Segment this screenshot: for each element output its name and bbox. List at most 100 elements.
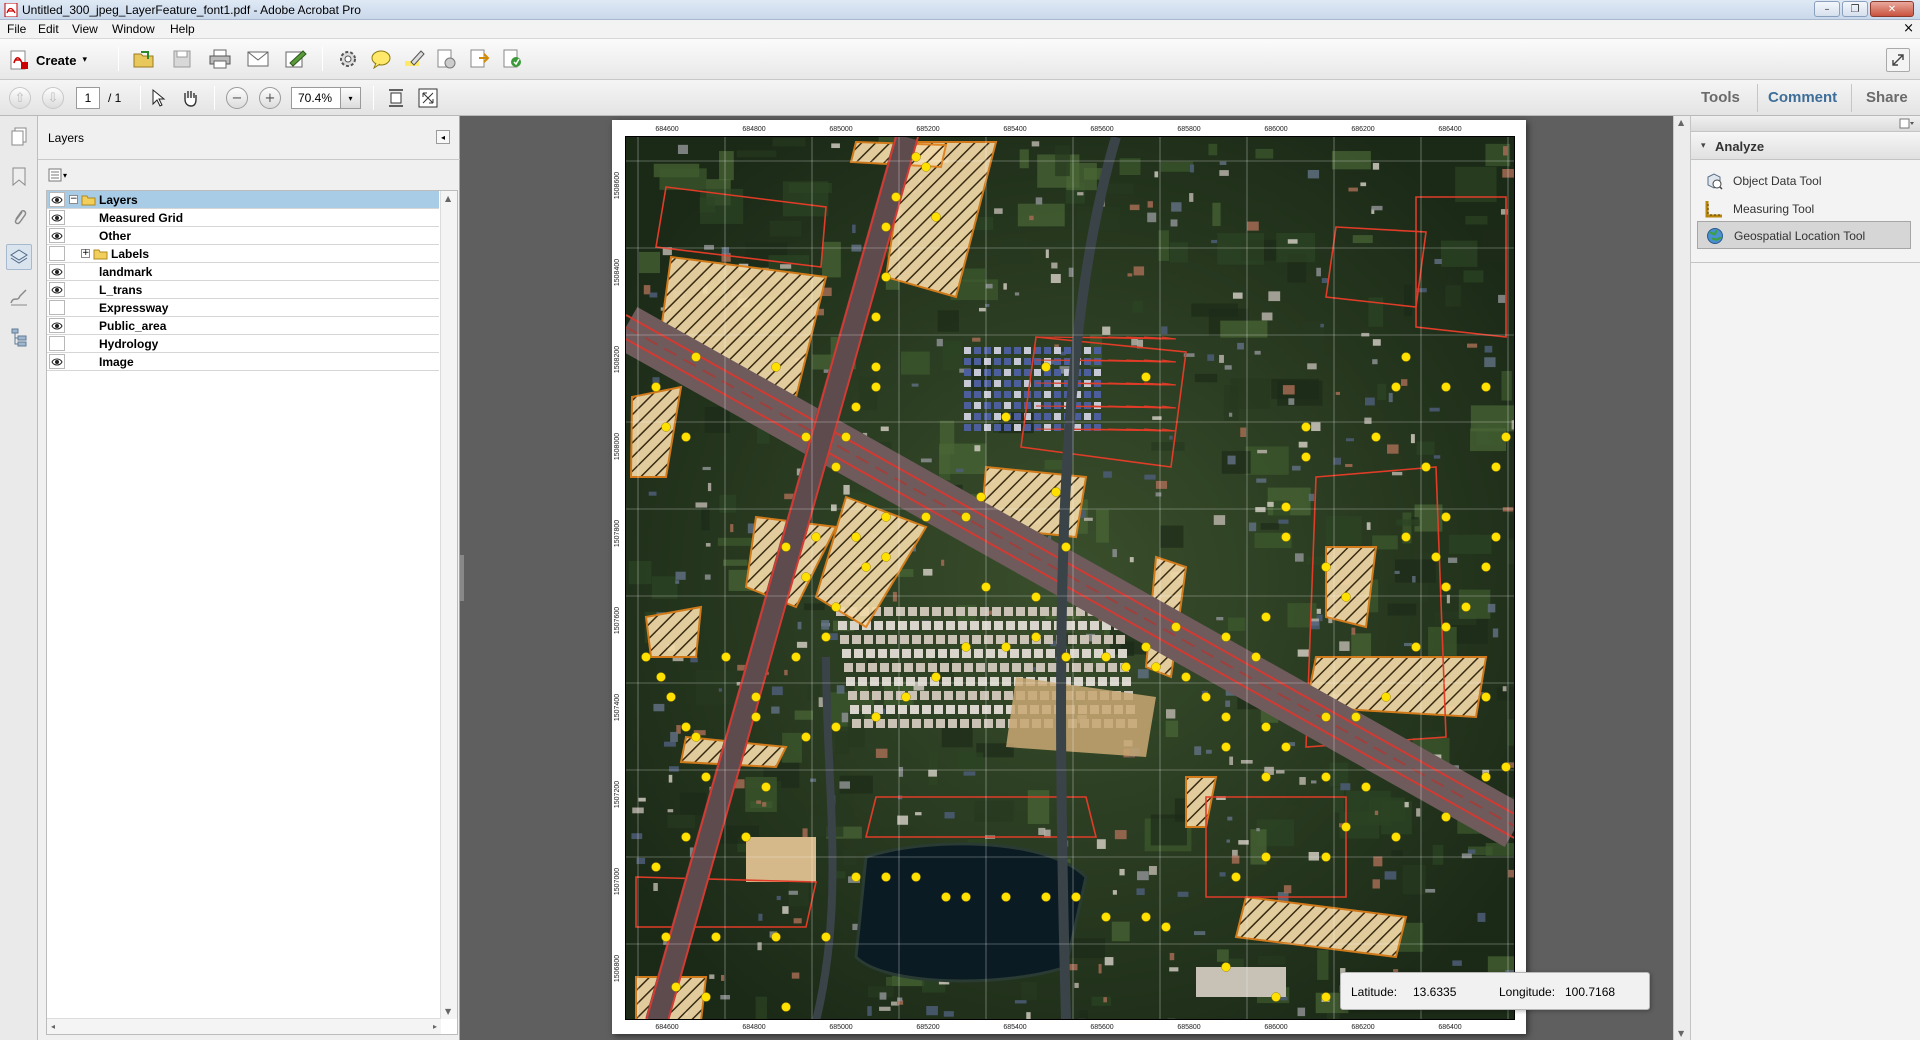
- object-data-tool[interactable]: Object Data Tool: [1697, 167, 1911, 195]
- easting-label: 684600: [655, 1024, 679, 1031]
- layer-row[interactable]: Public_area: [47, 317, 439, 335]
- select-cursor-icon[interactable]: [146, 86, 170, 110]
- highlight-icon[interactable]: [402, 47, 426, 71]
- tab-share[interactable]: Share: [1866, 89, 1908, 106]
- zoom-in-button[interactable]: +: [259, 87, 281, 109]
- page-number-input[interactable]: 1: [76, 87, 100, 109]
- menu-view[interactable]: View: [72, 22, 98, 36]
- open-icon[interactable]: [132, 47, 156, 71]
- layers-icon[interactable]: [6, 244, 32, 270]
- layer-row[interactable]: L_trans: [47, 281, 439, 299]
- analyze-section-header[interactable]: ▾ Analyze: [1691, 132, 1920, 160]
- layers-vertical-scrollbar[interactable]: ▲ ▼: [440, 191, 457, 1019]
- create-button[interactable]: Create ▾: [8, 48, 87, 72]
- bookmarks-icon[interactable]: [6, 164, 32, 190]
- layer-row[interactable]: + Labels: [47, 245, 439, 263]
- create-pdf-icon: [10, 50, 28, 70]
- pdf-page[interactable]: 684600 684600 684800 684800 685000 685000 6852…: [612, 120, 1526, 1034]
- easting-label: 685200: [916, 126, 940, 133]
- layers-panel-header: Layers ◂: [38, 116, 460, 160]
- aerial-map[interactable]: [625, 136, 1515, 1020]
- sign-icon[interactable]: [284, 47, 308, 71]
- easting-label: 685400: [1003, 126, 1027, 133]
- measuring-tool-label: Measuring Tool: [1733, 202, 1815, 216]
- measuring-tool[interactable]: Measuring Tool: [1697, 195, 1911, 223]
- tab-tools[interactable]: Tools: [1701, 89, 1740, 106]
- geospatial-location-readout: Latitude: 13.6335 Longitude: 100.7168: [1340, 972, 1650, 1010]
- layer-options-menu[interactable]: ▾: [48, 166, 67, 184]
- expand-icon[interactable]: +: [81, 249, 90, 258]
- export-icon[interactable]: [434, 47, 458, 71]
- layer-row[interactable]: − Layers: [47, 191, 439, 209]
- layer-row[interactable]: Other: [47, 227, 439, 245]
- model-tree-icon[interactable]: [6, 324, 32, 350]
- next-page-button[interactable]: ⇩: [42, 87, 64, 109]
- previous-page-button[interactable]: ⇧: [9, 87, 31, 109]
- panel-splitter[interactable]: [460, 555, 464, 601]
- layer-visibility-toggle[interactable]: [49, 336, 65, 351]
- layer-row[interactable]: Expressway: [47, 299, 439, 317]
- scroll-down-icon[interactable]: ▼: [1678, 1029, 1684, 1038]
- save-icon[interactable]: [170, 47, 194, 71]
- edit-pdf-icon[interactable]: [467, 47, 491, 71]
- print-icon[interactable]: [208, 47, 232, 71]
- layer-row[interactable]: landmark: [47, 263, 439, 281]
- easting-label: 685600: [1090, 1024, 1114, 1031]
- email-icon[interactable]: [246, 47, 270, 71]
- create-pdf-small-icon[interactable]: [500, 47, 524, 71]
- layer-visibility-toggle[interactable]: [49, 210, 65, 225]
- page-thumbnails-icon[interactable]: [6, 124, 32, 150]
- scroll-up-icon[interactable]: ▲: [445, 194, 451, 203]
- document-close-icon[interactable]: ×: [1903, 21, 1914, 36]
- layer-row[interactable]: Image: [47, 353, 439, 371]
- fullscreen-icon[interactable]: [1886, 48, 1910, 72]
- layer-visibility-toggle[interactable]: [49, 300, 65, 315]
- tab-comment[interactable]: Comment: [1768, 89, 1837, 106]
- signatures-icon[interactable]: [6, 284, 32, 310]
- restore-button[interactable]: ❐: [1842, 1, 1868, 17]
- layer-row[interactable]: Hydrology: [47, 335, 439, 353]
- layer-visibility-toggle[interactable]: [49, 282, 65, 297]
- geospatial-location-tool[interactable]: Geospatial Location Tool: [1697, 221, 1911, 249]
- close-button[interactable]: ✕: [1870, 1, 1914, 17]
- globe-icon: [1707, 228, 1723, 244]
- attachments-icon[interactable]: [6, 204, 32, 230]
- layers-tree: − Layers Measured Grid Other + Labels landmark…: [46, 190, 458, 1035]
- scroll-right-icon[interactable]: ▸: [433, 1022, 437, 1031]
- layer-visibility-toggle[interactable]: [49, 318, 65, 333]
- menu-window[interactable]: Window: [112, 22, 155, 36]
- zoom-dropdown-icon[interactable]: ▾: [341, 87, 361, 109]
- northing-label: 1508000: [614, 432, 622, 461]
- document-scrollbar[interactable]: ▲ ▼: [1673, 116, 1690, 1040]
- minimize-button[interactable]: –: [1814, 1, 1840, 17]
- zoom-level-input[interactable]: 70.4%: [291, 87, 341, 109]
- tools-pane-options[interactable]: [1691, 116, 1920, 132]
- layer-visibility-toggle[interactable]: [49, 264, 65, 279]
- menu-edit[interactable]: Edit: [38, 22, 59, 36]
- zoom-out-button[interactable]: −: [226, 87, 248, 109]
- easting-label: 686000: [1264, 1024, 1288, 1031]
- window-title: Untitled_300_jpeg_LayerFeature_font1.pdf…: [22, 3, 361, 17]
- easting-label: 685200: [916, 1024, 940, 1031]
- northing-label: 1508200: [614, 345, 622, 374]
- layer-visibility-toggle[interactable]: [49, 192, 65, 207]
- comment-icon[interactable]: [369, 47, 393, 71]
- scroll-down-icon[interactable]: ▼: [445, 1007, 451, 1016]
- collapse-panel-icon[interactable]: ◂: [436, 130, 450, 144]
- menu-help[interactable]: Help: [170, 22, 195, 36]
- layer-row[interactable]: Measured Grid: [47, 209, 439, 227]
- easting-label: 686200: [1351, 1024, 1375, 1031]
- menu-file[interactable]: File: [7, 22, 26, 36]
- layers-horizontal-scrollbar[interactable]: ◂ ▸: [47, 1018, 441, 1034]
- folder-icon: [93, 249, 108, 260]
- layer-visibility-toggle[interactable]: [49, 246, 65, 261]
- fit-page-icon[interactable]: [416, 86, 440, 110]
- settings-icon[interactable]: [336, 47, 360, 71]
- scroll-left-icon[interactable]: ◂: [51, 1022, 55, 1031]
- layer-visibility-toggle[interactable]: [49, 228, 65, 243]
- hand-tool-icon[interactable]: [178, 86, 202, 110]
- layer-visibility-toggle[interactable]: [49, 354, 65, 369]
- scroll-up-icon[interactable]: ▲: [1678, 118, 1684, 127]
- collapse-icon[interactable]: −: [69, 195, 78, 204]
- scroll-mode-icon[interactable]: [384, 86, 408, 110]
